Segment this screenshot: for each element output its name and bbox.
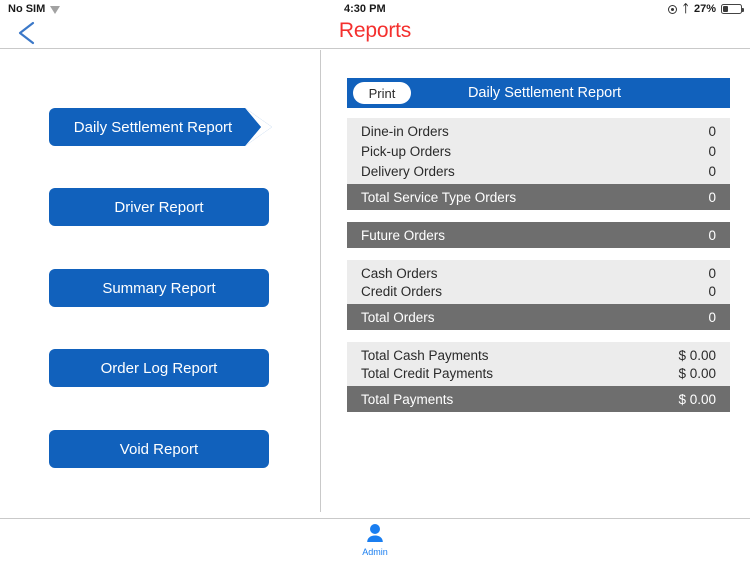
row-label: Cash Orders <box>361 265 438 281</box>
row-value: 0 <box>708 123 716 139</box>
row-value: 0 <box>708 189 716 205</box>
sidebar-item-label: Order Log Report <box>100 359 218 377</box>
row-label: Total Cash Payments <box>361 347 489 363</box>
bottom-tab-bar: Admin <box>0 518 750 563</box>
status-bar: No SIM 4:30 PM ᛏ 27% <box>0 0 750 18</box>
row-label: Total Payments <box>361 391 454 407</box>
sidebar-item-label: Daily Settlement Report <box>73 118 233 136</box>
row-label: Credit Orders <box>361 284 443 299</box>
table-row: Dine-in Orders 0 <box>347 118 730 140</box>
status-bar-right: ᛏ 27% <box>668 2 745 15</box>
sidebar-item-label: Summary Report <box>102 279 216 297</box>
tab-label: Admin <box>362 547 388 557</box>
report-group: Future Orders 0 <box>347 222 730 248</box>
table-row: Total Cash Payments $ 0.00 <box>347 342 730 364</box>
table-row: Credit Orders 0 <box>347 282 730 304</box>
row-label: Total Orders <box>361 309 435 325</box>
page-title: Reports <box>338 19 412 42</box>
sidebar-item-driver-report[interactable]: Driver Report <box>49 188 269 226</box>
row-value: $ 0.00 <box>678 347 716 363</box>
sidebar-item-summary-report[interactable]: Summary Report <box>49 269 269 307</box>
report-header-bar: Print Daily Settlement Report <box>347 78 730 108</box>
sidebar-item-order-log-report[interactable]: Order Log Report <box>49 349 269 387</box>
battery-icon <box>721 4 745 14</box>
table-total-row: Total Orders 0 <box>347 304 730 330</box>
row-label: Total Service Type Orders <box>361 189 517 205</box>
report-header-title: Daily Settlement Report <box>467 85 622 101</box>
row-value: 0 <box>708 265 716 281</box>
table-row: Delivery Orders 0 <box>347 162 730 184</box>
table-total-row: Total Payments $ 0.00 <box>347 386 730 412</box>
row-value: $ 0.00 <box>678 366 716 381</box>
status-bar-left: No SIM <box>8 3 61 15</box>
carrier-label: No SIM <box>8 3 46 15</box>
row-value: $ 0.00 <box>678 391 716 407</box>
report-body: Dine-in Orders 0 Pick-up Orders 0 Delive… <box>347 118 730 424</box>
report-group: Cash Orders 0 Credit Orders 0 Total Orde… <box>347 260 730 330</box>
location-services-icon <box>668 4 678 14</box>
nav-bar: Reports <box>0 18 750 49</box>
row-value: 0 <box>708 164 716 179</box>
row-label: Delivery Orders <box>361 164 455 179</box>
row-value: 0 <box>708 227 716 243</box>
row-value: 0 <box>708 284 716 299</box>
sidebar-item-void-report[interactable]: Void Report <box>49 430 269 468</box>
row-value: 0 <box>708 143 716 159</box>
report-group: Total Cash Payments $ 0.00 Total Credit … <box>347 342 730 412</box>
row-value: 0 <box>708 309 716 325</box>
sidebar-item-daily-settlement-report[interactable]: Daily Settlement Report <box>49 108 272 146</box>
row-label: Total Credit Payments <box>361 366 494 381</box>
row-label: Future Orders <box>361 227 446 243</box>
sidebar-item-label: Void Report <box>119 440 199 458</box>
battery-percent-label: 27% <box>693 3 716 15</box>
row-label: Pick-up Orders <box>361 143 452 159</box>
table-row: Cash Orders 0 <box>347 260 730 282</box>
row-label: Dine-in Orders <box>361 123 449 139</box>
print-button[interactable]: Print <box>353 82 411 104</box>
table-total-row: Total Service Type Orders 0 <box>347 184 730 210</box>
table-row: Pick-up Orders 0 <box>347 140 730 162</box>
report-group: Dine-in Orders 0 Pick-up Orders 0 Delive… <box>347 118 730 210</box>
table-total-row: Future Orders 0 <box>347 222 730 248</box>
tab-admin[interactable]: Admin <box>355 523 395 557</box>
report-detail-panel: Print Daily Settlement Report Dine-in Or… <box>321 50 750 512</box>
sidebar-item-label: Driver Report <box>114 198 204 216</box>
table-row: Total Credit Payments $ 0.00 <box>347 364 730 386</box>
report-type-sidebar: Daily Settlement Report Driver Report Su… <box>0 50 320 512</box>
person-icon <box>367 524 383 542</box>
status-bar-time: 4:30 PM <box>344 3 386 15</box>
bluetooth-icon: ᛏ <box>682 2 689 15</box>
wifi-icon <box>50 5 61 14</box>
